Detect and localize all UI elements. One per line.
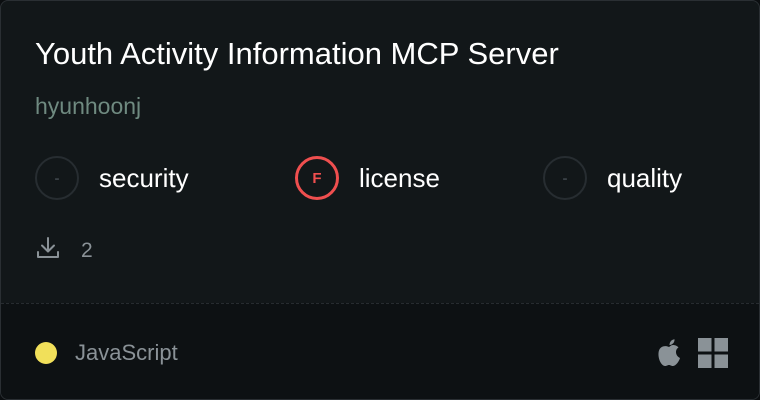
quality-label: quality: [607, 162, 683, 193]
download-icon: [35, 235, 61, 266]
language-color-dot: [35, 342, 57, 364]
language-name: JavaScript: [75, 340, 178, 365]
server-title[interactable]: Youth Activity Information MCP Server: [35, 35, 559, 73]
card-footer: JavaScript: [1, 303, 759, 399]
quality-grade-badge: -: [543, 156, 587, 200]
apple-icon: [656, 338, 682, 373]
security-label: security: [99, 162, 189, 193]
score-quality[interactable]: - quality: [543, 154, 682, 202]
windows-icon: [698, 338, 728, 373]
score-license[interactable]: F license: [295, 154, 440, 202]
license-label: license: [359, 162, 440, 193]
downloads: 2: [35, 235, 93, 266]
server-card[interactable]: Youth Activity Information MCP Server hy…: [0, 0, 760, 400]
download-count: 2: [81, 238, 93, 262]
score-security[interactable]: - security: [35, 154, 189, 202]
security-grade-badge: -: [35, 156, 79, 200]
author-name[interactable]: hyunhoonj: [35, 91, 141, 121]
license-grade-badge: F: [295, 156, 339, 200]
